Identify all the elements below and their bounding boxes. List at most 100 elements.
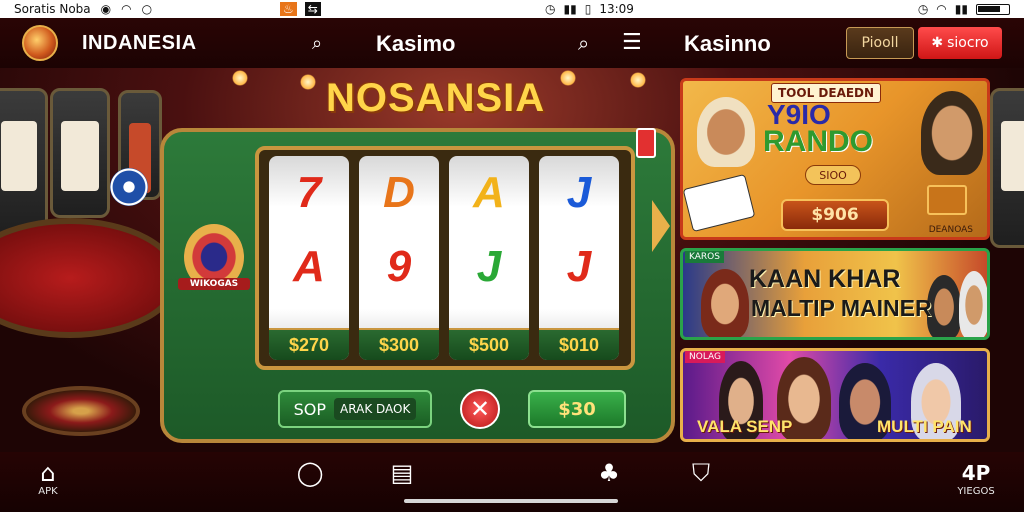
promo-card[interactable]: TOOL DEAEDN Y9IO RANDO SIOO $906 DEANOAS	[680, 78, 990, 240]
next-arrow-icon[interactable]	[652, 200, 670, 252]
promo-subtitle: MULTI PAIN	[877, 417, 972, 436]
reel: D 9 $300	[359, 156, 439, 360]
promo-footer: DEANOAS	[928, 225, 973, 235]
app-logo[interactable]	[22, 25, 58, 61]
register-button[interactable]: ✱ siocro	[918, 27, 1002, 59]
app-header: INDANESIA ⌕ Kasimo ⌕ ☰ Kasinno Piooll ✱ …	[0, 18, 1024, 68]
promo-amount-button[interactable]: $906	[781, 199, 889, 231]
nav-club[interactable]: ♣	[592, 460, 626, 486]
background-slot-machine	[0, 88, 48, 238]
nav-home[interactable]: ⌂ APK	[30, 460, 66, 497]
stop-sub-label: ARAK DAOK	[334, 398, 417, 420]
reel-value: $270	[269, 328, 349, 360]
background-slot-machine	[50, 88, 110, 218]
reel-symbol-bottom: J	[566, 242, 592, 291]
reel-symbol-bottom: 9	[386, 242, 412, 291]
machine-side-tag	[636, 128, 656, 158]
close-icon[interactable]: ✕	[460, 389, 500, 429]
reel-symbol-top: 7	[296, 168, 322, 217]
spotlight	[630, 72, 646, 88]
treasure-chest-icon	[927, 185, 967, 215]
4pk-icon: 4P	[961, 461, 991, 485]
reel-symbol-top: A	[473, 168, 505, 217]
reel-value: $010	[539, 328, 619, 360]
cast-icon: ⇆	[304, 2, 321, 16]
roulette-wheel	[22, 386, 140, 436]
casino-table	[0, 218, 180, 338]
promo-title: VALA SENP	[697, 417, 793, 436]
promo-tag: NOLAG	[685, 351, 726, 363]
home-icon: ⌂	[40, 459, 56, 487]
bottom-navigation: ⌂ APK ◯ ▤ ♣ ⛉ 4P YIEGOS	[0, 452, 1024, 512]
login-label: Piooll	[861, 35, 899, 51]
star-icon: ✱	[931, 35, 944, 51]
nav-profile[interactable]: ◯	[294, 460, 326, 486]
login-button[interactable]: Piooll	[846, 27, 914, 59]
stop-button[interactable]: SOP ARAK DAOK	[278, 390, 432, 428]
reel-value: $300	[359, 328, 439, 360]
wifi-icon: ◠	[936, 2, 947, 16]
profile-icon: ◯	[296, 459, 324, 487]
list-icon: ▤	[390, 459, 414, 487]
machine-emblem-label: WIKOGAS	[178, 278, 250, 290]
promo-subtitle: RANDO	[763, 125, 873, 158]
spin-label: $30	[558, 398, 596, 420]
reel-symbol-top: D	[383, 168, 415, 217]
slot-title: NOSANSIA	[326, 76, 546, 120]
promo-card[interactable]: KAROS KAAN KHAR MALTIP MAINER	[680, 248, 990, 340]
nav-list[interactable]: ▤	[386, 460, 418, 486]
spotlight	[300, 74, 316, 90]
reel-symbol-top: J	[566, 168, 592, 217]
character-image	[959, 271, 987, 337]
alarm-icon: ◷	[545, 2, 556, 16]
playing-cards-image	[683, 173, 756, 233]
spotlight	[560, 70, 576, 86]
promo-tag: KAROS	[685, 251, 724, 263]
reel-symbol-bottom: J	[476, 242, 502, 291]
signal-bars-icon: ▮▮	[563, 2, 577, 16]
register-label: siocro	[947, 35, 989, 51]
search-icon[interactable]: ⌕	[578, 31, 589, 55]
reel: 7 A $270	[269, 156, 349, 360]
character-image	[701, 269, 749, 337]
promo-subtitle: MALTIP MAINER	[751, 295, 932, 321]
reel: A J $500	[449, 156, 529, 360]
alarm-icon: ◷	[917, 2, 929, 16]
nav-4pk[interactable]: 4P YIEGOS	[948, 460, 1004, 497]
reel: J J $010	[539, 156, 619, 360]
home-indicator[interactable]	[404, 499, 618, 503]
nav-bag[interactable]: ⛉	[684, 460, 718, 486]
promo-pill: SIOO	[805, 165, 861, 185]
spin-button[interactable]: $30	[528, 390, 626, 428]
club-icon: ♣	[598, 459, 620, 487]
spotlight	[232, 70, 248, 86]
bag-icon: ⛉	[692, 459, 710, 487]
status-time: 13:09	[599, 2, 634, 16]
battery-icon	[976, 3, 1010, 15]
brand-name: INDANESIA	[82, 32, 197, 54]
nav-4pk-label: YIEGOS	[957, 486, 995, 497]
battery-small-icon: ▯	[584, 2, 592, 16]
reel-panel: 7 A $270 D 9 $300 A J $500 J J $010	[255, 146, 635, 370]
promo-card[interactable]: NOLAG VALA SENP MULTI PAIN	[680, 348, 990, 442]
flame-icon: ♨	[280, 2, 297, 16]
status-bar: Soratis Noba ◉ ◠ ○ ♨ ⇆ ◷ ▮▮ ▯ 13:09 ◷ ◠ …	[0, 0, 1024, 18]
promo-title: KAAN KHAR	[749, 265, 901, 293]
status-carrier: Soratis Noba	[14, 2, 91, 16]
character-image	[697, 97, 755, 167]
background-slot-machine	[990, 88, 1024, 248]
reel-value: $500	[449, 328, 529, 360]
character-image	[921, 91, 983, 175]
menu-icon[interactable]: ☰	[622, 30, 642, 55]
nav-home-label: APK	[38, 486, 58, 497]
character-image	[927, 275, 961, 337]
dot-icon: ○	[141, 2, 153, 16]
signal-icon: ◉	[100, 2, 112, 16]
casino-chip	[110, 168, 148, 206]
reel-symbol-bottom: A	[293, 242, 325, 291]
header-title-secondary: Kasinno	[684, 31, 771, 56]
signal-bars-icon: ▮▮	[954, 2, 968, 16]
search-icon[interactable]: ⌕	[312, 33, 322, 54]
header-title: Kasimo	[376, 31, 456, 56]
stop-label: SOP	[293, 399, 327, 419]
